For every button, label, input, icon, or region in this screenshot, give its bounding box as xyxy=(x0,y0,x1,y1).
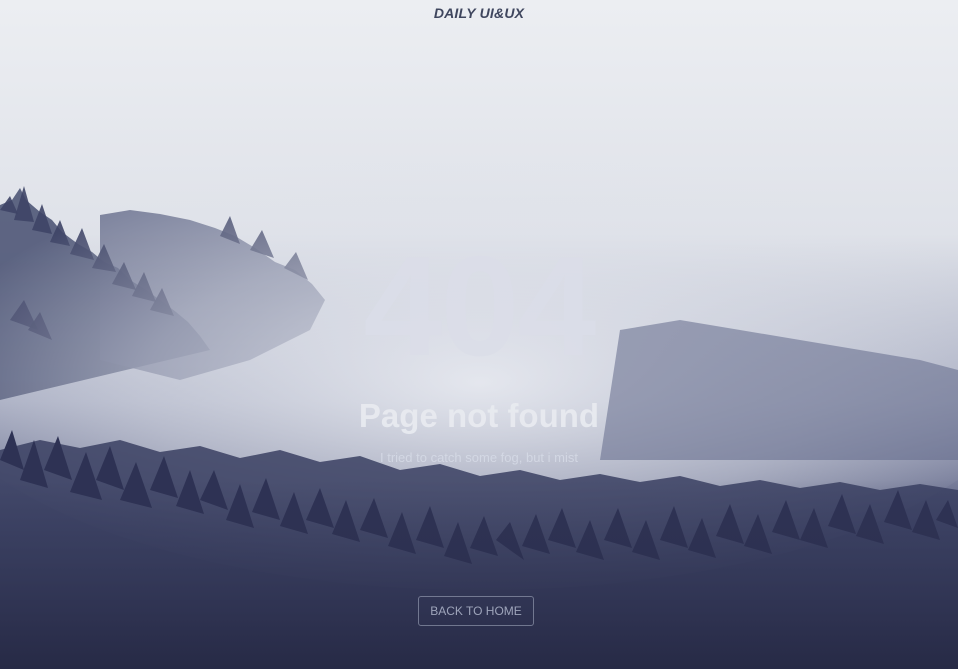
error-message: I tried to catch some fog, but i mist xyxy=(380,450,578,465)
error-page: DAILY UI&UX 404 Page not found I tried t… xyxy=(0,0,958,669)
brand-logo: DAILY UI&UX xyxy=(433,5,525,21)
back-to-home-button[interactable]: BACK TO HOME xyxy=(418,596,534,626)
page-title: Page not found xyxy=(358,397,600,434)
error-code: 404 xyxy=(363,227,597,386)
